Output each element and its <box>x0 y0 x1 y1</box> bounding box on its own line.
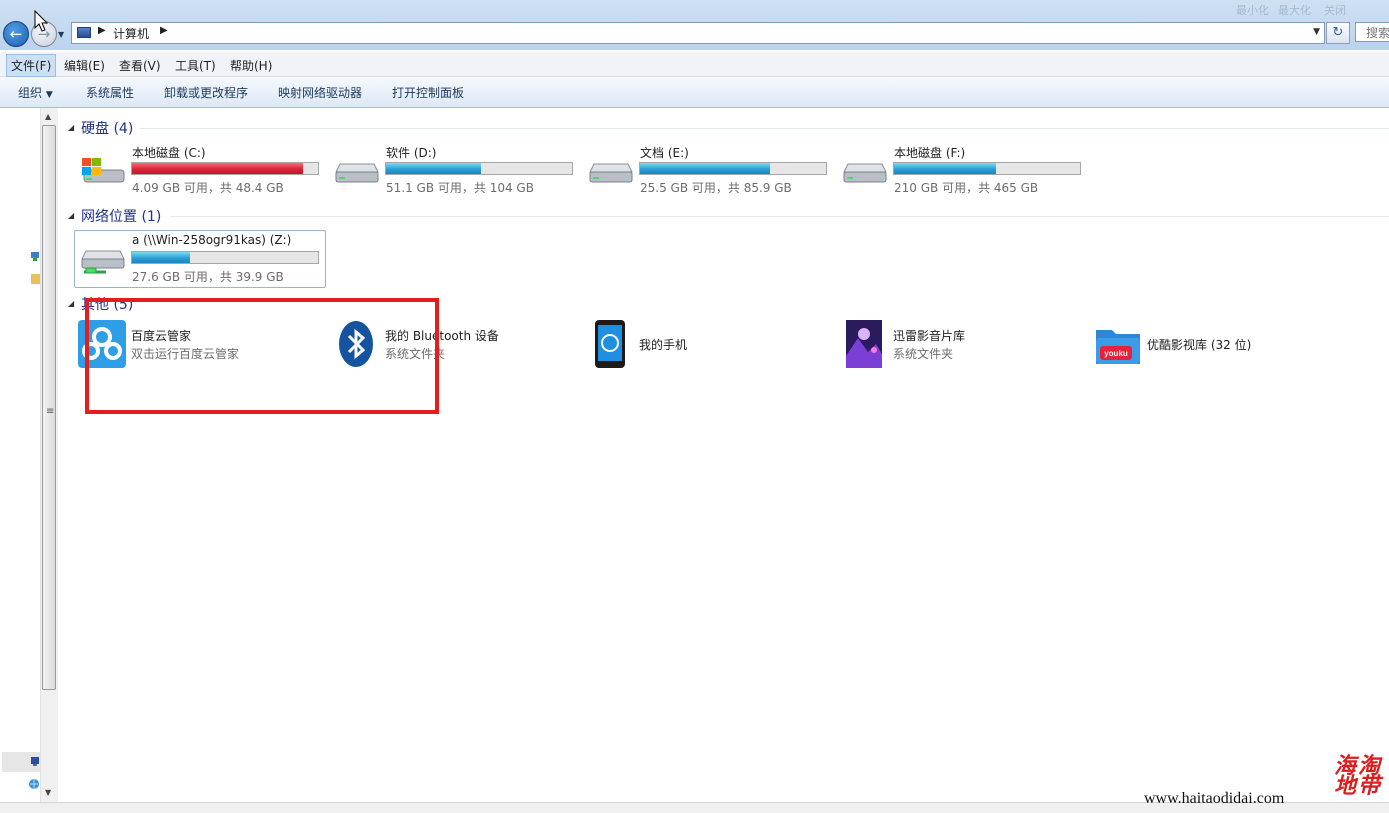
close-button[interactable]: 关闭 <box>1324 2 1346 18</box>
hard-drive-icon <box>335 163 379 183</box>
collapse-icon[interactable]: ◢ <box>68 211 74 220</box>
hard-drive-icon <box>589 163 633 183</box>
back-button[interactable]: ← <box>3 21 29 47</box>
grip-icon: ≡ <box>46 406 55 417</box>
watermark-url: www.haitaodidai.com <box>1144 790 1285 807</box>
red-highlight-box <box>85 298 439 414</box>
youku-logo-text: youku <box>1104 349 1128 358</box>
item-youku[interactable]: youku 优酷影视库 (32 位) <box>1094 320 1334 370</box>
group-divider <box>140 128 1389 129</box>
content-area: ◢ 硬盘 (4) 本地磁盘 (C:) 4.09 GB 可用，共 48.4 GB … <box>58 108 1389 802</box>
scroll-up-icon[interactable]: ▲ <box>45 112 51 121</box>
group-divider <box>170 216 1389 217</box>
hard-drive-icon <box>843 163 887 183</box>
item-name: 迅雷影音片库 <box>893 329 966 343</box>
drive-free-space: 51.1 GB 可用，共 104 GB <box>386 181 534 195</box>
organize-label: 组织 <box>18 86 43 100</box>
item-name: 我的手机 <box>639 338 688 352</box>
item-my-phone[interactable]: 我的手机 <box>586 320 826 370</box>
collapse-icon[interactable]: ◢ <box>68 299 74 308</box>
nav-selected-item[interactable] <box>2 752 40 772</box>
command-bar: 组织 ▼ 系统属性 卸载或更改程序 映射网络驱动器 打开控制面板 <box>0 77 1389 108</box>
drive-free-space: 4.09 GB 可用，共 48.4 GB <box>132 181 284 195</box>
network-drive-tile: a (\\Win-258ogr91kas) (Z:) 27.6 GB 可用，共 … <box>76 233 326 289</box>
item-xunlei[interactable]: 迅雷影音片库 系统文件夹 <box>840 320 1080 370</box>
drive-name: 本地磁盘 (C:) <box>132 146 206 160</box>
address-dropdown-icon[interactable]: ▼ <box>1313 27 1320 37</box>
group-title: 硬盘 (4) <box>81 121 134 137</box>
navigation-scrollbar[interactable]: ▲ ≡ ▼ <box>40 108 58 802</box>
minimize-button[interactable]: 最小化 <box>1236 2 1269 18</box>
computer-icon <box>77 27 91 38</box>
drive-name: 文档 (E:) <box>640 146 689 160</box>
open-control-panel-button[interactable]: 打开控制面板 <box>392 84 464 101</box>
drive-name: a (\\Win-258ogr91kas) (Z:) <box>132 233 292 247</box>
capacity-bar <box>639 162 827 175</box>
group-header-hard-disks[interactable]: ◢ 硬盘 (4) <box>58 118 1389 138</box>
drive-free-space: 210 GB 可用，共 465 GB <box>894 181 1039 195</box>
folder-icon[interactable] <box>30 271 40 285</box>
xunlei-icon <box>846 320 882 368</box>
map-network-drive-button[interactable]: 映射网络驱动器 <box>278 84 362 101</box>
drive-name: 软件 (D:) <box>386 146 437 160</box>
group-header-network[interactable]: ◢ 网络位置 (1) <box>58 206 1389 226</box>
menu-help[interactable]: 帮助(H) <box>226 56 276 75</box>
drive-free-space: 25.5 GB 可用，共 85.9 GB <box>640 181 792 195</box>
capacity-fill <box>894 163 997 174</box>
history-dropdown-icon[interactable]: ▼ <box>58 30 64 39</box>
network-drive-z[interactable]: a (\\Win-258ogr91kas) (Z:) 27.6 GB 可用，共 … <box>74 230 326 288</box>
capacity-fill <box>132 163 304 174</box>
drive-d[interactable]: 软件 (D:) 51.1 GB 可用，共 104 GB <box>330 144 580 200</box>
capacity-bar <box>131 251 319 264</box>
refresh-button[interactable]: ↻ <box>1326 22 1350 44</box>
collapse-icon[interactable]: ◢ <box>68 123 74 132</box>
youku-icon: youku <box>1096 330 1140 364</box>
address-bar[interactable]: ▶ 计算机 ▶ ▼ <box>71 22 1325 44</box>
drive-name: 本地磁盘 (F:) <box>894 146 966 160</box>
title-bar: 最小化 最大化 关闭 ← → ▼ ▶ 计算机 ▶ ▼ ↻ 搜索 <box>0 0 1389 50</box>
system-drive-icon <box>82 158 125 183</box>
search-input[interactable]: 搜索 <box>1355 22 1389 42</box>
capacity-bar <box>385 162 573 175</box>
item-name: 优酷影视库 (32 位) <box>1147 338 1252 352</box>
scroll-down-icon[interactable]: ▼ <box>45 788 51 797</box>
capacity-fill <box>640 163 771 174</box>
drive-free-space: 27.6 GB 可用，共 39.9 GB <box>132 270 284 284</box>
network-drive-icon <box>81 250 125 274</box>
menu-view[interactable]: 查看(V) <box>115 56 165 75</box>
breadcrumb-arrow-icon[interactable]: ▶ <box>98 25 106 36</box>
breadcrumb-computer[interactable]: 计算机 <box>113 25 149 42</box>
refresh-icon: ↻ <box>1332 25 1344 40</box>
network-icon[interactable] <box>30 250 40 262</box>
breadcrumb-arrow-icon[interactable]: ▶ <box>160 25 168 36</box>
organize-button[interactable]: 组织 ▼ <box>18 84 53 101</box>
watermark-seal: 海淘 地带 <box>1334 753 1383 799</box>
capacity-fill <box>386 163 481 174</box>
computer-icon <box>31 757 39 766</box>
capacity-fill <box>132 252 190 263</box>
menu-edit[interactable]: 编辑(E) <box>60 56 109 75</box>
scroll-thumb[interactable]: ≡ <box>42 125 56 690</box>
system-properties-button[interactable]: 系统属性 <box>86 84 134 101</box>
group-title: 网络位置 (1) <box>81 209 162 225</box>
capacity-bar <box>893 162 1081 175</box>
network-globe-icon[interactable] <box>28 778 40 790</box>
drive-f[interactable]: 本地磁盘 (F:) 210 GB 可用，共 465 GB <box>838 144 1088 200</box>
menu-bar: 文件(F) 编辑(E) 查看(V) 工具(T) 帮助(H) <box>0 52 1389 77</box>
navigation-pane <box>0 108 40 802</box>
chevron-down-icon: ▼ <box>45 90 53 100</box>
drive-e[interactable]: 文档 (E:) 25.5 GB 可用，共 85.9 GB <box>584 144 834 200</box>
uninstall-program-button[interactable]: 卸载或更改程序 <box>164 84 248 101</box>
menu-file[interactable]: 文件(F) <box>6 54 57 77</box>
item-subtitle: 系统文件夹 <box>893 347 954 361</box>
menu-tools[interactable]: 工具(T) <box>171 56 220 75</box>
arrow-left-icon: ← <box>9 25 23 43</box>
drive-c[interactable]: 本地磁盘 (C:) 4.09 GB 可用，共 48.4 GB <box>76 144 326 200</box>
maximize-button[interactable]: 最大化 <box>1278 2 1311 18</box>
mouse-cursor-icon <box>34 10 48 32</box>
phone-icon <box>595 320 625 368</box>
capacity-bar <box>131 162 319 175</box>
